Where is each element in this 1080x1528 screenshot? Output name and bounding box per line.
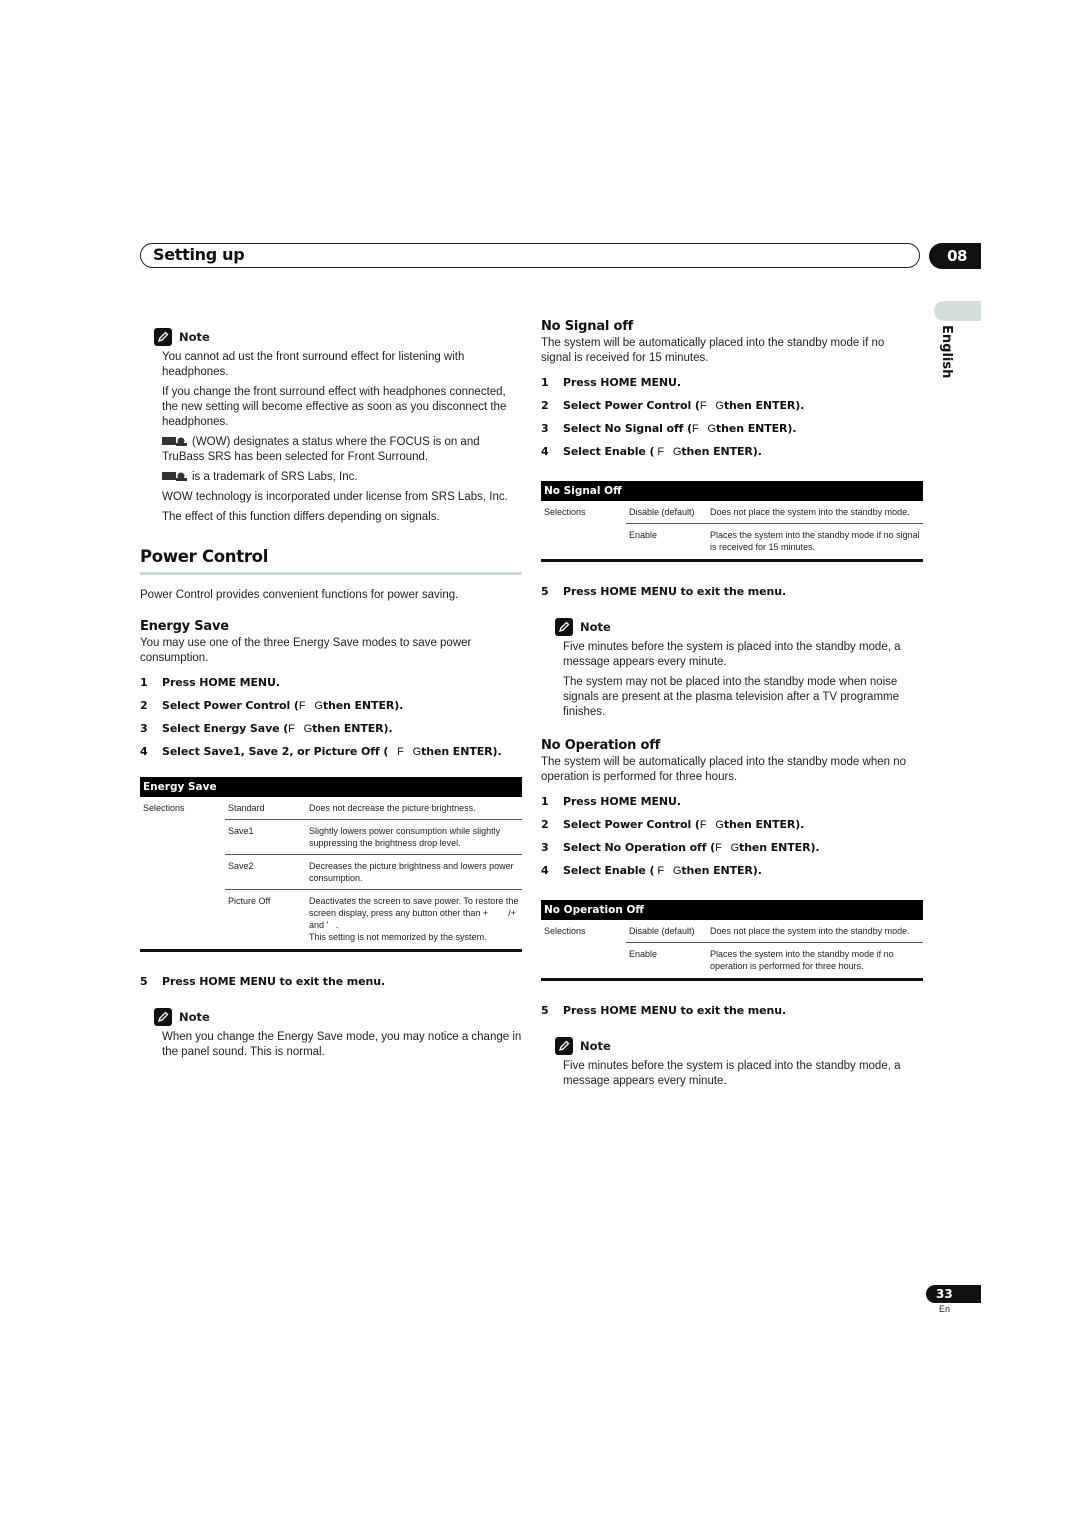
step: 1 Press HOME MENU. <box>541 376 681 389</box>
table-row: Selections Disable (default) Does not pl… <box>544 926 910 936</box>
step: 1 Press HOME MENU. <box>140 676 280 689</box>
note-label: Note <box>580 1039 611 1053</box>
step: 5 Press HOME MENU to exit the menu. <box>541 1004 787 1017</box>
energy-save-table: Energy Save Selections Standard Does not… <box>140 777 522 952</box>
table-title: No Operation Off <box>541 900 923 920</box>
step: 4 Select Enable ( F Gthen ENTER). <box>541 864 762 877</box>
note-pencil-icon <box>555 618 573 636</box>
no-signal-off-table: No Signal Off Selections Disable (defaul… <box>541 481 923 562</box>
no-operation-off-intro: The system will be automatically placed … <box>541 756 907 783</box>
note-pencil-icon <box>154 1008 172 1026</box>
note-label: Note <box>179 1010 210 1024</box>
note-body: You cannot ad ust the front surround eff… <box>162 350 522 525</box>
srs-wow-text: (WOW) designates a status where the FOCU… <box>162 436 480 463</box>
table-title: No Signal Off <box>541 481 923 501</box>
title-underline <box>140 572 522 575</box>
page-number-badge: 33 <box>926 1285 981 1303</box>
page-language-code: En <box>939 1304 951 1314</box>
note-paragraph: When you change the Energy Save mode, yo… <box>162 1031 522 1058</box>
energy-save-steps: 1 Press HOME MENU. 2 Select Power Control … <box>140 671 522 763</box>
power-control-title: Power Control <box>140 547 269 566</box>
table-row: Save2 Decreases the picture brightness a… <box>140 854 522 890</box>
step: 3 Select No Signal off (F Gthen ENTER). <box>541 422 797 435</box>
step: 5 Press HOME MENU to exit the menu. <box>140 975 386 988</box>
note-pencil-icon <box>555 1037 573 1055</box>
note-paragraph: Five minutes before the system is placed… <box>563 641 901 668</box>
step: 5 Press HOME MENU to exit the menu. <box>541 585 787 598</box>
step: 4 Select Enable ( F Gthen ENTER). <box>541 445 762 458</box>
step: 3 Select Energy Save (F Gthen ENTER). <box>140 722 393 735</box>
table-row: Selections Standard Does not decrease th… <box>143 803 476 813</box>
note-paragraph: You cannot ad ust the front surround eff… <box>162 351 465 378</box>
no-signal-steps: 1 Press HOME MENU. 2 Select Power Control … <box>541 371 923 463</box>
language-label: English <box>939 325 954 379</box>
srs-wow-logo-icon <box>162 472 187 481</box>
table-row: Picture Off Deactivates the screen to sa… <box>140 889 522 952</box>
left-column: Note You cannot ad ust the front surroun… <box>140 327 522 1065</box>
note-pencil-icon <box>154 328 172 346</box>
no-operation-off-title: No Operation off <box>541 738 661 753</box>
table-row: Save1 Slightly lowers power consumption … <box>140 819 522 855</box>
no-signal-off-title: No Signal off <box>541 319 634 334</box>
section-header-title: Setting up <box>153 245 245 264</box>
note-body: Five minutes before the system is placed… <box>563 1059 923 1089</box>
srs-wow-logo-icon <box>162 437 187 446</box>
note-paragraph: Five minutes before the system is placed… <box>563 1060 901 1087</box>
energy-save-intro: You may use one of the three Energy Save… <box>140 637 472 664</box>
step: 1 Press HOME MENU. <box>541 795 681 808</box>
power-control-intro: Power Control provides convenient functi… <box>140 589 459 601</box>
no-operation-steps: 1 Press HOME MENU. 2 Select Power Control … <box>541 790 923 882</box>
energy-save-title: Energy Save <box>140 619 229 634</box>
note-paragraph: (WOW) designates a status where the FOCU… <box>162 435 522 465</box>
note-label: Note <box>580 620 611 634</box>
note-heading: Note <box>555 617 923 637</box>
table-row: Selections Disable (default) Does not pl… <box>544 507 910 517</box>
note-paragraph: is a trademark of SRS Labs, Inc. <box>162 470 522 485</box>
step: 2 Select Power Control (F Gthen ENTER). <box>541 399 805 412</box>
note-body: When you change the Energy Save mode, yo… <box>162 1030 522 1060</box>
no-signal-off-intro: The system will be automatically placed … <box>541 337 885 364</box>
table-title: Energy Save <box>140 777 522 797</box>
step: 4 Select Save1, Save 2, or Picture Off ( … <box>140 745 502 758</box>
step: 3 Select No Operation off (F Gthen ENTER)… <box>541 841 820 854</box>
note-paragraph: The effect of this function differs depe… <box>162 511 440 523</box>
note-paragraph: WOW technology is incorporated under lic… <box>162 491 508 503</box>
no-operation-off-table: No Operation Off Selections Disable (def… <box>541 900 923 981</box>
note-label: Note <box>179 330 210 344</box>
right-column: No Signal off The system will be automat… <box>541 319 923 1094</box>
note-paragraph: If you change the front surround effect … <box>162 386 507 428</box>
chapter-number-badge: 08 <box>929 243 981 269</box>
note-paragraph: The system may not be placed into the st… <box>563 676 900 718</box>
note-heading: Note <box>555 1036 923 1056</box>
table-row: Enable Places the system into the standb… <box>541 942 923 981</box>
trademark-text: is a trademark of SRS Labs, Inc. <box>192 471 358 483</box>
section-header: Setting up <box>140 243 920 268</box>
step: 2 Select Power Control (F Gthen ENTER). <box>541 818 805 831</box>
note-heading: Note <box>154 327 522 347</box>
note-body: Five minutes before the system is placed… <box>563 640 923 720</box>
language-tab <box>934 301 981 321</box>
note-heading: Note <box>154 1007 522 1027</box>
table-row: Enable Places the system into the standb… <box>541 523 923 562</box>
step: 2 Select Power Control (F Gthen ENTER). <box>140 699 404 712</box>
